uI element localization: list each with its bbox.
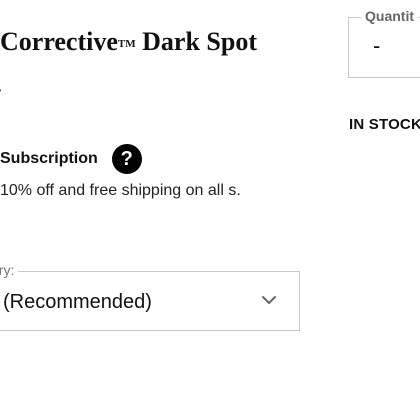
subscription-option[interactable]: Subscription ? <box>0 144 142 174</box>
delivery-frequency-label: ery: <box>0 262 19 278</box>
delivery-frequency-select[interactable]: ery: (Recommended) <box>0 262 300 331</box>
help-icon[interactable]: ? <box>111 144 142 174</box>
subscription-label: Subscription <box>0 150 98 167</box>
quantity-label: Quantit <box>361 8 418 24</box>
product-title-main: Corrective <box>0 27 118 56</box>
product-detail-panel: CorrectiveTM Dark Spot - Subscription ? … <box>0 0 420 420</box>
quantity-stepper[interactable]: Quantit - <box>348 8 420 78</box>
stock-status: IN STOCK <box>349 116 420 133</box>
trademark-mark: TM <box>117 38 136 50</box>
subscription-description: 10% off and free shipping on all s. <box>0 182 241 199</box>
product-title: CorrectiveTM Dark Spot <box>0 24 257 60</box>
delivery-frequency-value: (Recommended) <box>3 291 152 313</box>
product-title-rest: Dark Spot <box>135 27 257 56</box>
quantity-decrease-button[interactable]: - <box>373 34 380 58</box>
chevron-down-icon <box>262 296 276 304</box>
product-title-continuation: - <box>0 76 2 102</box>
